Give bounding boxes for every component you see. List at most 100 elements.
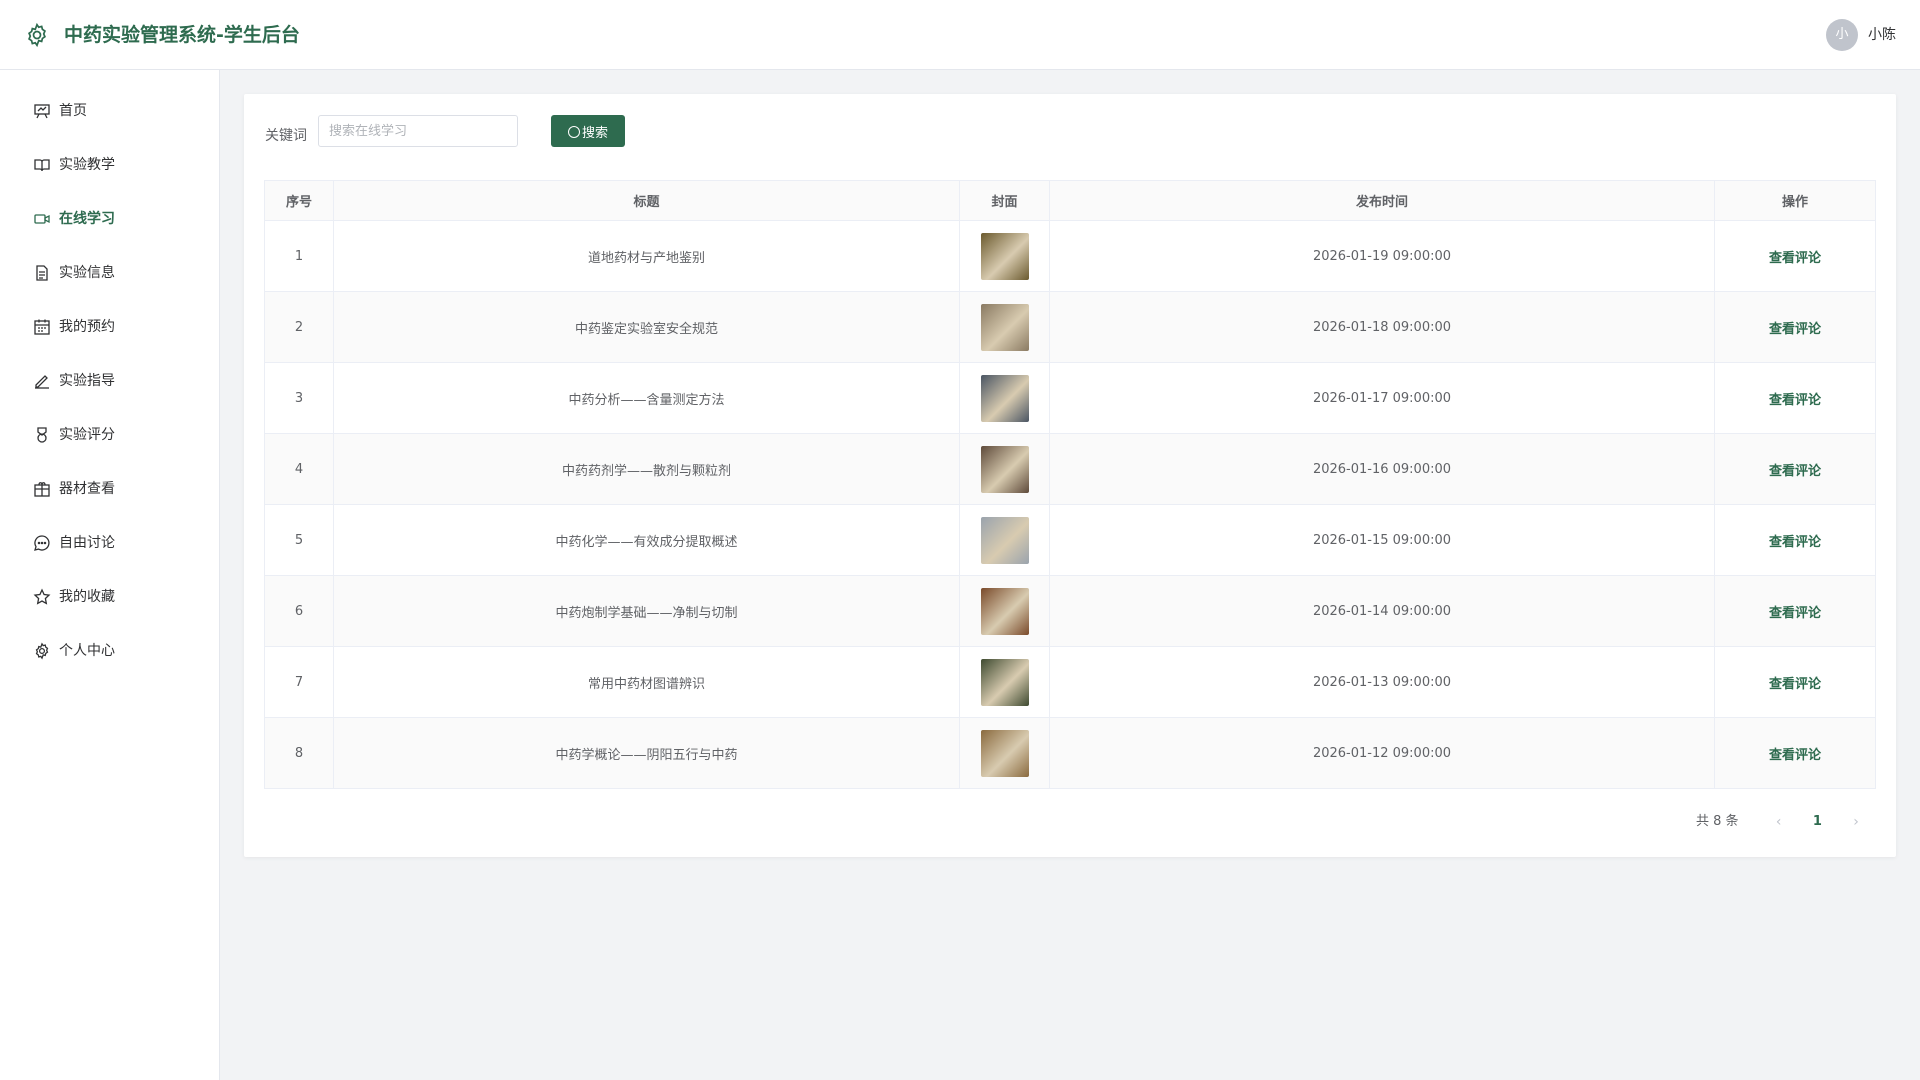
app-title: 中药实验管理系统-学生后台 xyxy=(64,24,300,46)
sidebar-item-my-booking[interactable]: 我的预约 xyxy=(0,300,219,354)
row-publish-time: 2026-01-17 09:00:00 xyxy=(1049,362,1715,434)
prev-page-button[interactable]: ‹ xyxy=(1771,812,1787,832)
username[interactable]: 小陈 xyxy=(1868,26,1896,44)
table-row: 1 道地药材与产地鉴别 2026-01-19 09:00:00 查看评论 xyxy=(264,220,1876,292)
row-index: 4 xyxy=(264,433,334,505)
view-comments-link[interactable]: 查看评论 xyxy=(1769,748,1821,763)
gear-icon xyxy=(35,642,49,660)
gear-logo-icon xyxy=(28,22,46,48)
search-button-label: 搜索 xyxy=(581,124,608,140)
pen-icon xyxy=(35,375,49,389)
cover-thumbnail[interactable] xyxy=(980,232,1029,280)
document-icon xyxy=(36,265,48,281)
sidebar-item-label: 个人中心 xyxy=(59,643,115,659)
table-row: 5 中药化学——有效成分提取概述 2026-01-15 09:00:00 查看评… xyxy=(264,504,1876,576)
table-row: 4 中药药剂学——散剂与颗粒剂 2026-01-16 09:00:00 查看评论 xyxy=(264,433,1876,505)
sidebar-item-label: 实验评分 xyxy=(59,427,115,443)
row-index: 7 xyxy=(264,646,334,718)
row-index: 8 xyxy=(264,717,334,789)
view-comments-link[interactable]: 查看评论 xyxy=(1769,677,1821,692)
row-publish-time: 2026-01-14 09:00:00 xyxy=(1049,575,1715,647)
row-title: 中药化学——有效成分提取概述 xyxy=(333,504,960,576)
medal-icon xyxy=(37,427,47,443)
star-icon xyxy=(33,588,51,605)
row-publish-time: 2026-01-12 09:00:00 xyxy=(1049,717,1715,789)
table-row: 2 中药鉴定实验室安全规范 2026-01-18 09:00:00 查看评论 xyxy=(264,291,1876,363)
search-icon xyxy=(567,125,580,138)
column-header-action: 操作 xyxy=(1714,180,1876,221)
row-publish-time: 2026-01-18 09:00:00 xyxy=(1049,291,1715,363)
sidebar-item-label: 实验教学 xyxy=(59,157,115,173)
column-header-title: 标题 xyxy=(333,180,960,221)
sidebar-item-label: 在线学习 xyxy=(59,211,115,227)
sidebar-item-label: 自由讨论 xyxy=(59,535,115,551)
cover-thumbnail[interactable] xyxy=(980,516,1029,564)
cover-thumbnail[interactable] xyxy=(980,303,1029,351)
page-number[interactable]: 1 xyxy=(1813,812,1822,832)
table-row: 8 中药学概论——阴阳五行与中药 2026-01-12 09:00:00 查看评… xyxy=(264,717,1876,789)
column-header-index: 序号 xyxy=(264,180,334,221)
row-title: 中药炮制学基础——净制与切制 xyxy=(333,575,960,647)
row-index: 5 xyxy=(264,504,334,576)
sidebar-item-favorites[interactable]: 我的收藏 xyxy=(0,570,219,624)
sidebar-item-label: 我的收藏 xyxy=(59,589,115,605)
table-row: 7 常用中药材图谱辨识 2026-01-13 09:00:00 查看评论 xyxy=(264,646,1876,718)
view-comments-link[interactable]: 查看评论 xyxy=(1769,251,1821,266)
table-header-row: 序号 标题 封面 发布时间 操作 xyxy=(264,180,1876,221)
pagination: 共 8 条 ‹ 1 › xyxy=(1696,812,1864,832)
view-comments-link[interactable]: 查看评论 xyxy=(1769,606,1821,621)
sidebar-item-discussion[interactable]: 自由讨论 xyxy=(0,516,219,570)
next-page-button[interactable]: › xyxy=(1848,812,1864,832)
video-camera-icon xyxy=(34,214,50,224)
sidebar: 首页 实验教学 在线学习 实验信息 我的预约 实验指导 实验评分 器材查看 自由… xyxy=(0,70,220,1080)
top-header: 中药实验管理系统-学生后台 小 小陈 xyxy=(0,0,1920,70)
row-publish-time: 2026-01-19 09:00:00 xyxy=(1049,220,1715,292)
row-publish-time: 2026-01-15 09:00:00 xyxy=(1049,504,1715,576)
row-title: 道地药材与产地鉴别 xyxy=(333,220,960,292)
view-comments-link[interactable]: 查看评论 xyxy=(1769,464,1821,479)
calendar-icon xyxy=(34,319,50,335)
sidebar-item-equipment[interactable]: 器材查看 xyxy=(0,462,219,516)
cover-thumbnail[interactable] xyxy=(980,374,1029,422)
sidebar-item-label: 首页 xyxy=(59,103,87,119)
sidebar-item-guidance[interactable]: 实验指导 xyxy=(0,354,219,408)
cover-thumbnail[interactable] xyxy=(980,587,1029,635)
box-icon xyxy=(34,482,50,497)
sidebar-item-online-learning[interactable]: 在线学习 xyxy=(0,192,219,246)
avatar[interactable]: 小 xyxy=(1826,19,1858,51)
search-button[interactable]: 搜索 xyxy=(551,115,625,147)
column-header-cover: 封面 xyxy=(959,180,1050,221)
row-index: 2 xyxy=(264,291,334,363)
cover-thumbnail[interactable] xyxy=(980,729,1029,777)
row-index: 6 xyxy=(264,575,334,647)
pagination-total: 共 8 条 xyxy=(1695,814,1739,829)
view-comments-link[interactable]: 查看评论 xyxy=(1769,535,1821,550)
row-title: 中药学概论——阴阳五行与中药 xyxy=(333,717,960,789)
row-title: 中药鉴定实验室安全规范 xyxy=(333,291,960,363)
cover-thumbnail[interactable] xyxy=(980,445,1029,493)
search-input[interactable] xyxy=(318,115,518,147)
chat-bubble-icon xyxy=(34,535,50,551)
column-header-time: 发布时间 xyxy=(1049,180,1715,221)
sidebar-item-scoring[interactable]: 实验评分 xyxy=(0,408,219,462)
keyword-label: 关键词 xyxy=(265,128,307,144)
sidebar-item-teaching[interactable]: 实验教学 xyxy=(0,138,219,192)
row-index: 3 xyxy=(264,362,334,434)
presentation-board-icon xyxy=(34,104,50,119)
view-comments-link[interactable]: 查看评论 xyxy=(1769,393,1821,408)
learning-table: 序号 标题 封面 发布时间 操作 1 道地药材与产地鉴别 2026-01-19 … xyxy=(264,180,1876,789)
sidebar-item-experiment-info[interactable]: 实验信息 xyxy=(0,246,219,300)
sidebar-item-label: 实验信息 xyxy=(59,265,115,281)
view-comments-link[interactable]: 查看评论 xyxy=(1769,322,1821,337)
cover-thumbnail[interactable] xyxy=(980,658,1029,706)
row-title: 常用中药材图谱辨识 xyxy=(333,646,960,718)
main-area: 关键词 搜索 序号 标题 封面 发布时间 操作 1 道地药材与产地鉴别 xyxy=(220,70,1920,1080)
sidebar-item-label: 实验指导 xyxy=(59,373,115,389)
sidebar-item-home[interactable]: 首页 xyxy=(0,84,219,138)
table-row: 3 中药分析——含量测定方法 2026-01-17 09:00:00 查看评论 xyxy=(264,362,1876,434)
open-book-icon xyxy=(34,159,50,172)
sidebar-item-personal-center[interactable]: 个人中心 xyxy=(0,624,219,678)
table-row: 6 中药炮制学基础——净制与切制 2026-01-14 09:00:00 查看评… xyxy=(264,575,1876,647)
row-publish-time: 2026-01-13 09:00:00 xyxy=(1049,646,1715,718)
sidebar-item-label: 我的预约 xyxy=(59,319,115,335)
